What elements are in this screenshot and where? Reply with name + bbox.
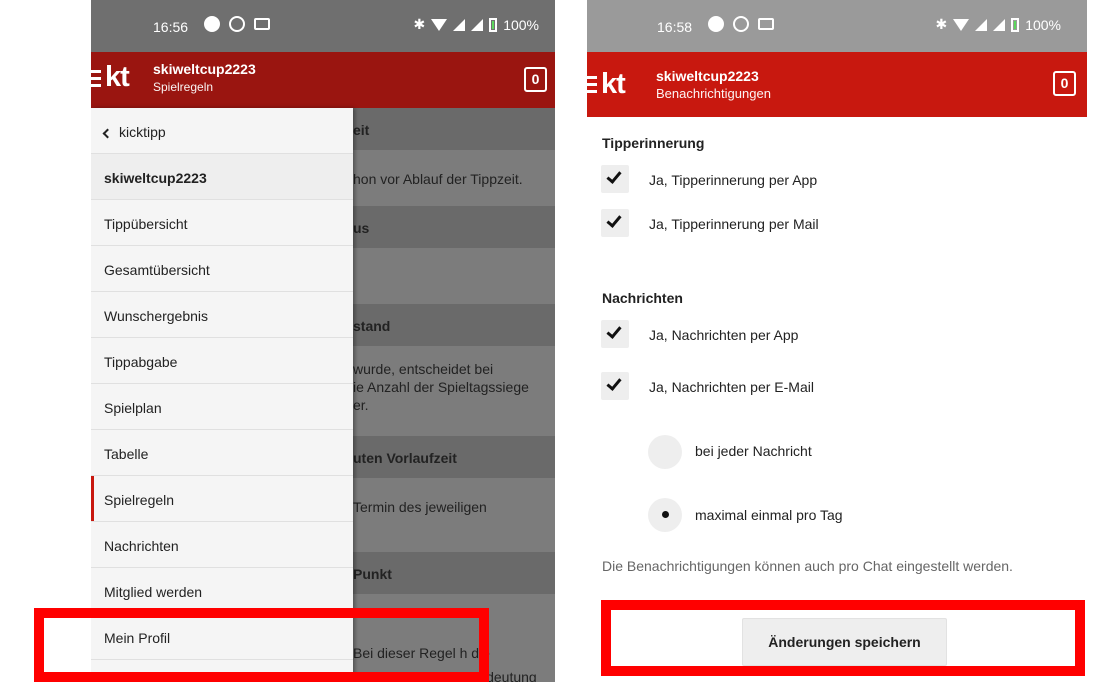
wifi-icon — [953, 18, 970, 31]
battery-level: 100% — [503, 16, 539, 33]
drawer-item-gesamtuebersicht[interactable]: Gesamtübersicht — [91, 246, 353, 292]
alarm-icon — [733, 16, 749, 32]
drawer-item-tippuebersicht[interactable]: Tippübersicht — [91, 200, 353, 246]
navigation-drawer: kicktipp skiweltcup2223 Tippübersicht Ge… — [91, 108, 353, 682]
page-title: skiweltcup2223 — [656, 68, 759, 84]
drawer-item-nachrichten[interactable]: Nachrichten — [91, 522, 353, 568]
checkmark-icon — [606, 375, 622, 391]
checkbox-nachrichten-app[interactable] — [601, 320, 629, 348]
rule-heading: stand — [353, 304, 555, 346]
status-bar: 16:58 ✱ 100% — [587, 0, 1087, 52]
battery-level: 100% — [1025, 16, 1061, 33]
status-bar: 16:56 ✱ 100% — [91, 0, 555, 52]
wifi-icon — [431, 18, 448, 31]
right-screen: 16:58 ✱ 100% kt skiweltcup2223 Benachric… — [587, 0, 1087, 682]
status-time: 16:56 — [153, 19, 189, 35]
screen-icon — [758, 18, 774, 30]
app-logo[interactable]: kt — [105, 61, 130, 94]
radio-label: bei jeder Nachricht — [695, 443, 812, 459]
radio-selected-dot — [662, 511, 669, 518]
menu-icon[interactable] — [587, 76, 597, 97]
checkmark-icon — [606, 168, 622, 184]
rule-text: Bei dieser Regel h die — [353, 645, 490, 661]
signal-icon — [471, 18, 484, 31]
signal-icon — [993, 18, 1006, 31]
battery-icon — [1011, 17, 1020, 32]
info-text: Die Benachrichtigungen können auch pro C… — [602, 558, 1013, 574]
chevron-left-icon — [102, 128, 113, 139]
page-subtitle: Benachrichtigungen — [656, 86, 771, 101]
signal-icon — [453, 18, 466, 31]
battery-icon — [489, 17, 498, 32]
rule-text: Termin des jeweiligen — [353, 499, 487, 515]
checkbox-label: Ja, Tipperinnerung per App — [649, 172, 818, 188]
menu-icon[interactable] — [91, 70, 101, 91]
save-changes-button[interactable]: Änderungen speichern — [742, 618, 947, 666]
section-title-tipperinnerung: Tipperinnerung — [602, 135, 705, 151]
left-screen: 16:56 ✱ 100% kt skiweltcup2223 Spielrege… — [91, 0, 555, 682]
drawer-item-spielplan[interactable]: Spielplan — [91, 384, 353, 430]
screen-icon — [254, 18, 270, 30]
checkbox-label: Ja, Tipperinnerung per Mail — [649, 216, 819, 232]
rule-text: hon vor Ablauf der Tippzeit. — [353, 171, 523, 187]
bluetooth-icon: ✱ — [935, 16, 948, 32]
alarm-icon — [229, 16, 245, 32]
drawer-item-tippabgabe[interactable]: Tippabgabe — [91, 338, 353, 384]
app-logo[interactable]: kt — [601, 68, 626, 101]
drawer-item-mitglied-werden[interactable]: Mitglied werden — [91, 568, 353, 614]
page-title: skiweltcup2223 — [153, 61, 256, 77]
page-subtitle: Spielregeln — [153, 80, 214, 94]
rule-heading: us — [353, 206, 555, 248]
rule-text: er. — [353, 397, 369, 413]
app-bar: kt skiweltcup2223 Benachrichtigungen 0 — [587, 52, 1087, 117]
checkbox-nachrichten-mail[interactable] — [601, 372, 629, 400]
rule-text: ie Anzahl der Spieltagssiege — [353, 379, 529, 395]
rule-heading: eit — [353, 108, 555, 150]
signal-icon — [975, 18, 988, 31]
checkbox-label: Ja, Nachrichten per App — [649, 327, 799, 343]
drawer-item-wunschergebnis[interactable]: Wunschergebnis — [91, 292, 353, 338]
checkbox-tipperinnerung-app[interactable] — [601, 165, 629, 193]
rule-text: Reihenfolge keine Bedeutung — [353, 669, 537, 682]
drawer-item-spielregeln[interactable]: Spielregeln — [91, 476, 353, 522]
drawer-back-kicktipp[interactable]: kicktipp — [91, 108, 353, 154]
notification-icon — [708, 16, 724, 32]
radio-once-per-day[interactable] — [648, 498, 682, 532]
rule-heading: uten Vorlaufzeit — [353, 436, 555, 478]
drawer-item-tabelle[interactable]: Tabelle — [91, 430, 353, 476]
bluetooth-icon: ✱ — [413, 16, 426, 32]
underlying-content: eit hon vor Ablauf der Tippzeit. us stan… — [353, 108, 555, 682]
checkbox-tipperinnerung-mail[interactable] — [601, 209, 629, 237]
status-time: 16:58 — [657, 19, 693, 35]
app-bar: kt skiweltcup2223 Spielregeln 0 — [91, 52, 555, 108]
message-counter[interactable]: 0 — [524, 67, 547, 92]
radio-every-message[interactable] — [648, 435, 682, 469]
checkmark-icon — [606, 323, 622, 339]
drawer-item-group[interactable]: skiweltcup2223 — [91, 154, 353, 200]
rule-heading: Punkt — [353, 552, 555, 594]
section-title-nachrichten: Nachrichten — [602, 290, 683, 306]
checkmark-icon — [606, 212, 622, 228]
checkbox-label: Ja, Nachrichten per E-Mail — [649, 379, 814, 395]
rule-text: wurde, entscheidet bei — [353, 361, 494, 377]
notification-icon — [204, 16, 220, 32]
drawer-item-mein-profil[interactable]: Mein Profil — [91, 614, 353, 660]
radio-label: maximal einmal pro Tag — [695, 507, 843, 523]
message-counter[interactable]: 0 — [1053, 71, 1076, 96]
